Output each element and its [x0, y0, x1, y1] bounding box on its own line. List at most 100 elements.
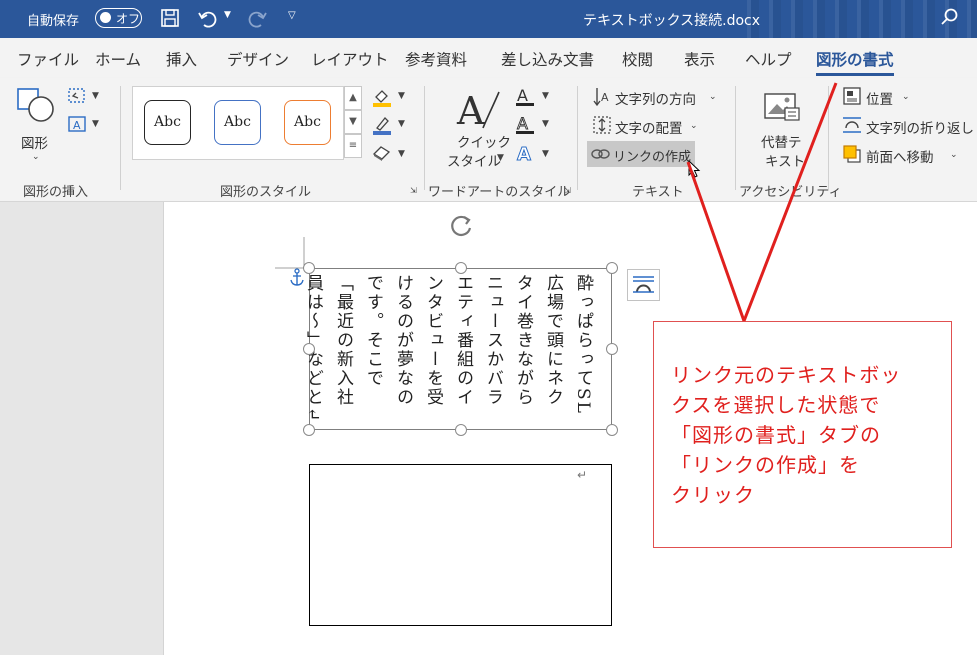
quick-styles-chevron-icon[interactable]: ▼ — [497, 153, 504, 163]
textbox-target[interactable]: ↵ — [309, 464, 612, 626]
group-separator — [828, 86, 829, 190]
shapes-icon[interactable] — [16, 87, 56, 123]
draw-textbox-icon[interactable]: A — [67, 115, 89, 133]
resize-handle-left[interactable] — [303, 343, 315, 355]
shape-outline-icon[interactable] — [371, 114, 393, 136]
text-fill-chevron-icon[interactable]: ▼ — [542, 91, 549, 101]
quick-styles-label-line2[interactable]: スタイル — [447, 150, 501, 170]
align-text-chevron-icon[interactable]: ⌄ — [690, 121, 698, 131]
create-link-label[interactable]: リンクの作成 — [613, 146, 691, 165]
bring-forward-label[interactable]: 前面へ移動 — [866, 146, 934, 166]
wrap-text-icon[interactable] — [842, 115, 862, 135]
gallery-scroll-down-icon[interactable]: ▼ — [344, 110, 362, 134]
text-direction-icon[interactable]: A — [592, 86, 612, 108]
autosave-label: 自動保存 — [27, 14, 80, 29]
paragraph-mark: ↵ — [577, 468, 588, 482]
shapes-dropdown-chevron-icon[interactable]: ⌄ — [32, 152, 40, 162]
resize-handle-top[interactable] — [455, 262, 467, 274]
wrap-text-label[interactable]: 文字列の折り返し — [866, 117, 974, 137]
link-icon — [591, 149, 610, 159]
shape-style-sample-1[interactable]: Abc — [144, 100, 191, 145]
resize-handle-top-right[interactable] — [606, 262, 618, 274]
alt-text-icon[interactable] — [763, 90, 801, 124]
position-icon[interactable] — [842, 86, 862, 106]
text-outline-icon[interactable]: A — [514, 114, 536, 136]
gallery-scroll-up-icon[interactable]: ▲ — [344, 86, 362, 110]
tab-review[interactable]: 校閲 — [622, 48, 653, 70]
text-direction-label[interactable]: 文字列の方向 — [615, 88, 696, 108]
autosave-toggle[interactable]: オフ — [95, 8, 142, 28]
text-fill-icon[interactable]: A — [514, 86, 536, 108]
shape-fill-icon[interactable] — [371, 86, 393, 108]
group-label-wordart-styles: ワードアートのスタイル — [428, 185, 571, 200]
resize-handle-right[interactable] — [606, 343, 618, 355]
tab-insert[interactable]: 挿入 — [166, 48, 197, 70]
text-effects-icon[interactable]: A — [514, 142, 536, 165]
edit-shape-chevron-icon[interactable]: ▼ — [92, 91, 99, 101]
svg-text:A: A — [456, 89, 485, 132]
align-text-label[interactable]: 文字の配置 — [615, 117, 683, 137]
svg-text:A: A — [601, 91, 609, 104]
position-label[interactable]: 位置 — [866, 88, 893, 108]
svg-text:A: A — [517, 144, 531, 164]
autosave-state: オフ — [116, 12, 141, 26]
position-chevron-icon[interactable]: ⌄ — [902, 92, 910, 102]
redo-icon[interactable] — [246, 8, 268, 30]
quick-styles-icon[interactable]: A — [455, 88, 501, 132]
alt-text-label-line1[interactable]: 代替テ — [761, 131, 802, 151]
svg-text:A: A — [517, 86, 528, 105]
ribbon: 図形 ⌄ ▼ A ▼ 図形の挿入 Abc Abc Abc ▲ ▼ ≡ ▼ ▼ ▼… — [0, 78, 977, 202]
text-outline-chevron-icon[interactable]: ▼ — [542, 119, 549, 129]
tab-home[interactable]: ホーム — [95, 48, 141, 70]
layout-options-button[interactable] — [627, 269, 660, 301]
customize-qat-icon[interactable]: ▽ — [288, 10, 296, 21]
layout-options-icon — [633, 276, 654, 293]
text-direction-chevron-icon[interactable]: ⌄ — [709, 92, 717, 102]
group-label-accessibility: アクセシビリティ — [739, 185, 842, 200]
tab-shape-format[interactable]: 図形の書式 — [816, 48, 894, 76]
bring-forward-icon[interactable] — [842, 144, 862, 164]
shape-effects-chevron-icon[interactable]: ▼ — [398, 149, 405, 159]
gallery-more-icon[interactable]: ≡ — [344, 134, 362, 158]
shapes-label[interactable]: 図形 — [21, 132, 48, 152]
tab-design[interactable]: デザイン — [227, 48, 289, 70]
shape-styles-launcher-icon[interactable]: ⇲ — [410, 186, 417, 195]
toggle-knob — [100, 12, 111, 23]
edit-shape-icon[interactable] — [67, 87, 89, 105]
draw-textbox-chevron-icon[interactable]: ▼ — [92, 119, 99, 129]
rotate-handle-icon[interactable] — [446, 211, 476, 241]
resize-handle-bottom-right[interactable] — [606, 424, 618, 436]
align-text-icon[interactable] — [592, 115, 612, 135]
textbox-source-text[interactable]: 酔っぱらってSL広場で頭にネクタイ巻きながらニュースかバラエティ番組のインタビュ… — [303, 274, 598, 424]
resize-handle-bottom-left[interactable] — [303, 424, 315, 436]
quick-styles-label-line1[interactable]: クイック — [457, 131, 511, 151]
resize-handle-bottom[interactable] — [455, 424, 467, 436]
tab-view[interactable]: 表示 — [684, 48, 715, 70]
group-label-insert-shapes: 図形の挿入 — [23, 185, 89, 200]
group-separator — [735, 86, 736, 190]
tab-mailings[interactable]: 差し込み文書 — [501, 48, 594, 70]
undo-dropdown-chevron-icon[interactable]: ▼ — [224, 10, 231, 20]
save-icon[interactable] — [160, 8, 180, 28]
document-left-margin — [0, 202, 163, 655]
search-icon[interactable] — [940, 7, 960, 27]
bring-forward-chevron-icon[interactable]: ⌄ — [950, 150, 958, 160]
resize-handle-top-left[interactable] — [303, 262, 315, 274]
group-separator — [577, 86, 578, 190]
shape-outline-chevron-icon[interactable]: ▼ — [398, 119, 405, 129]
text-effects-chevron-icon[interactable]: ▼ — [542, 149, 549, 159]
group-separator — [120, 86, 121, 190]
undo-icon[interactable] — [197, 8, 219, 30]
shape-effects-icon[interactable] — [371, 144, 393, 162]
shape-style-sample-2[interactable]: Abc — [214, 100, 261, 145]
wordart-launcher-icon[interactable]: ⇲ — [564, 186, 571, 195]
tab-references[interactable]: 参考資料 — [405, 48, 467, 70]
tab-help[interactable]: ヘルプ — [745, 48, 792, 70]
tab-layout[interactable]: レイアウト — [311, 48, 389, 70]
group-label-text: テキスト — [632, 185, 684, 200]
shape-fill-chevron-icon[interactable]: ▼ — [398, 91, 405, 101]
shape-style-sample-3[interactable]: Abc — [284, 100, 331, 145]
tab-file[interactable]: ファイル — [17, 48, 79, 70]
alt-text-label-line2[interactable]: キスト — [765, 150, 805, 170]
svg-text:A: A — [517, 114, 528, 133]
